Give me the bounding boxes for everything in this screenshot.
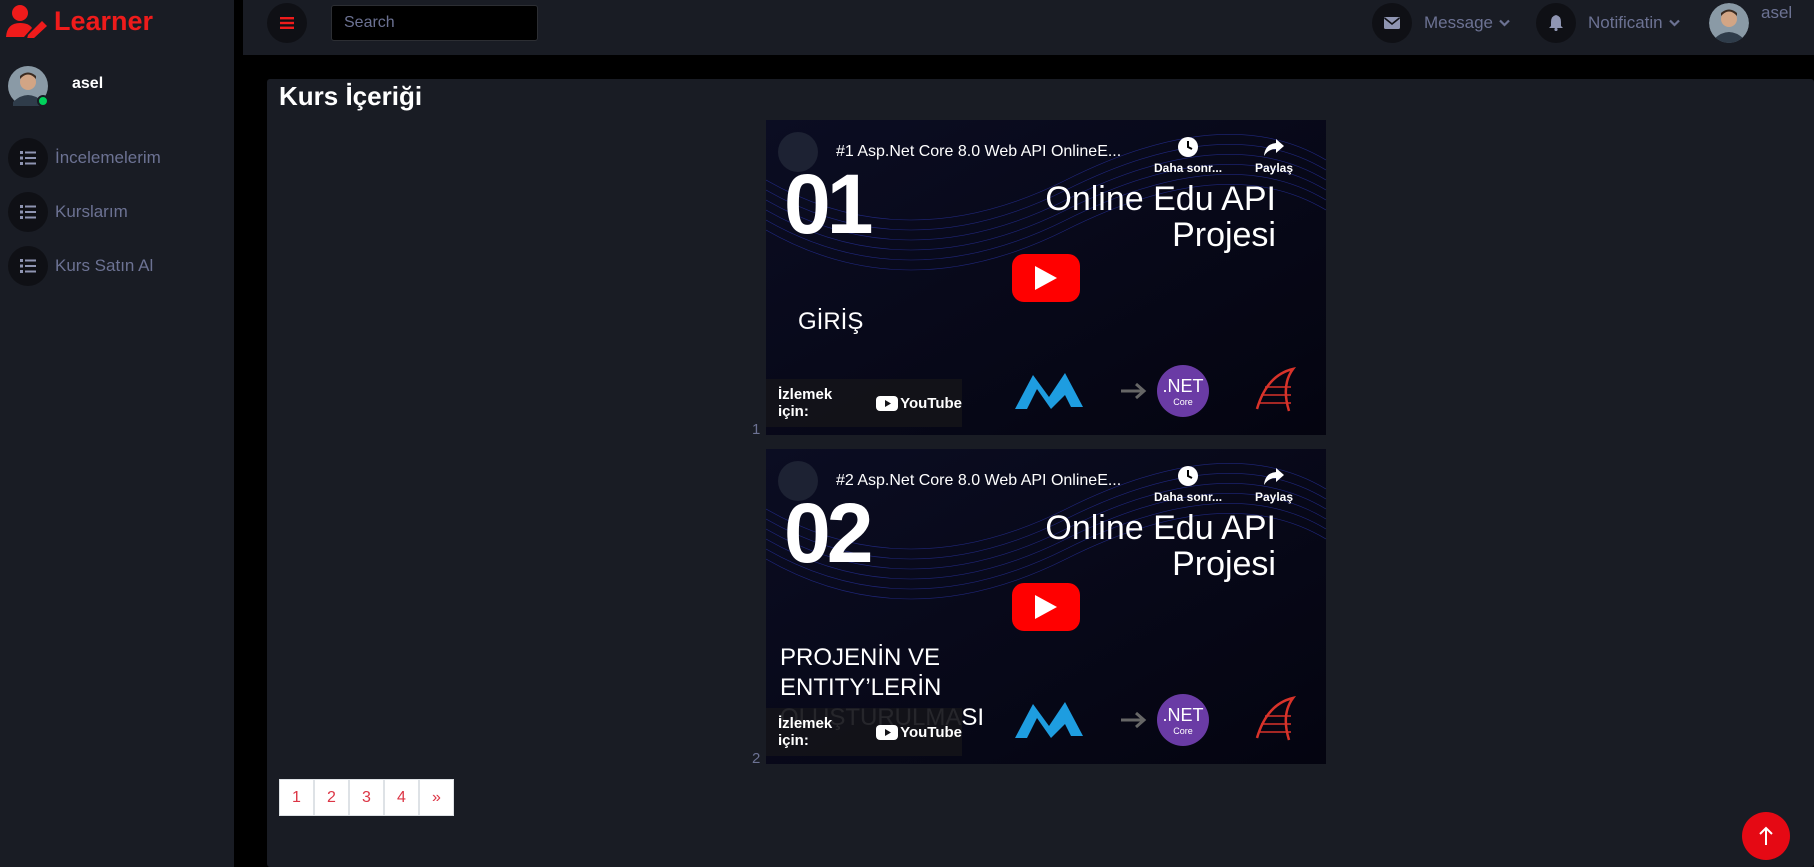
video-title[interactable]: #2 Asp.Net Core 8.0 Web API OnlineE...	[836, 472, 1121, 490]
video-embed-1[interactable]: #1 Asp.Net Core 8.0 Web API OnlineE... D…	[766, 120, 1326, 435]
thumbnail-heading-line-2: Online Edu API	[1045, 180, 1276, 218]
sidebar-item-label: Kurs Satın Al	[55, 256, 154, 275]
play-button[interactable]	[1012, 254, 1080, 302]
user-profile-dropdown[interactable]: asel	[1709, 3, 1792, 43]
pagination: 1 2 3 4 »	[279, 779, 454, 816]
page-link-next[interactable]: »	[419, 779, 454, 816]
chevron-down-icon	[1499, 19, 1510, 27]
aspnet-logo	[1015, 702, 1083, 738]
top-navbar: Message Notificatin asel	[243, 0, 1814, 55]
list-icon	[8, 192, 48, 232]
share-icon	[1264, 139, 1285, 156]
watch-later-label: Daha sonr...	[1154, 490, 1223, 504]
sidebar-item-label: Kurslarım	[55, 202, 128, 221]
thumbnail-heading-line-3: Projesi	[1172, 545, 1276, 583]
user-edit-icon	[6, 5, 47, 38]
page-link-1[interactable]: 1	[279, 779, 314, 816]
profile-name: asel	[72, 75, 104, 92]
chevron-down-icon	[1668, 19, 1680, 27]
video-index: 2	[752, 750, 761, 767]
sidebar-nav: İncelemelerim Kurslarım Kurs Satın Al	[8, 138, 161, 300]
page-link-3[interactable]: 3	[349, 779, 384, 816]
youtube-icon	[876, 395, 899, 411]
sidebar-profile[interactable]: asel	[8, 66, 104, 107]
tech-logos: .NET Core	[1011, 365, 1303, 417]
sidebar-item-incelemelerim[interactable]: İncelemelerim	[8, 138, 161, 178]
brand-name: Learner	[54, 5, 154, 36]
watch-on-label: İzlemek için:	[778, 386, 833, 420]
share-button[interactable]: Paylaş	[1255, 136, 1293, 175]
sql-server-logo	[1255, 696, 1297, 741]
video-embed-2[interactable]: #2 Asp.Net Core 8.0 Web API OnlineE... D…	[766, 449, 1326, 764]
share-label: Paylaş	[1255, 161, 1294, 175]
video-index: 1	[752, 421, 761, 438]
arrow-right-icon	[1121, 711, 1147, 729]
sidebar-item-kurs-satin-al[interactable]: Kurs Satın Al	[8, 246, 161, 286]
video-title[interactable]: #1 Asp.Net Core 8.0 Web API OnlineE...	[836, 143, 1121, 161]
message-label: Message	[1424, 13, 1493, 32]
watch-later-label: Daha sonr...	[1154, 161, 1223, 175]
arrow-up-icon	[1759, 826, 1773, 845]
youtube-wordmark: YouTube	[900, 723, 962, 741]
share-button[interactable]: Paylaş	[1255, 465, 1293, 504]
watch-on-label: İzlemek için:	[778, 715, 833, 749]
back-to-top-button[interactable]	[1742, 812, 1790, 860]
play-icon	[1035, 595, 1057, 619]
play-button[interactable]	[1012, 583, 1080, 631]
notification-dropdown[interactable]: Notificatin	[1536, 3, 1680, 43]
hamburger-icon	[280, 17, 294, 29]
message-dropdown[interactable]: Message	[1372, 3, 1510, 43]
dotnet-core-logo: .NET Core	[1157, 365, 1209, 417]
tech-logos: .NET Core	[1011, 694, 1303, 746]
dotnet-core-logo: .NET Core	[1157, 694, 1209, 746]
play-icon	[1035, 266, 1057, 290]
user-name: asel	[1761, 3, 1793, 22]
page-title: Kurs İçeriği	[279, 81, 423, 111]
brand-logo[interactable]: Learner	[6, 4, 153, 38]
sql-server-logo	[1255, 367, 1297, 412]
thumbnail-heading-line-3: Projesi	[1172, 216, 1276, 254]
share-label: Paylaş	[1255, 490, 1294, 504]
youtube-logo: YouTube	[876, 724, 962, 741]
avatar	[8, 66, 49, 107]
bell-icon	[1536, 3, 1576, 43]
arrow-right-icon	[1121, 382, 1147, 400]
episode-number: 02	[784, 486, 873, 580]
youtube-wordmark: YouTube	[900, 394, 962, 412]
watch-later-button[interactable]: Daha sonr...	[1154, 465, 1222, 504]
share-icon	[1264, 468, 1285, 485]
list-icon	[8, 246, 48, 286]
episode-caption: GİRİŞ	[798, 308, 864, 335]
search-input[interactable]	[331, 5, 538, 41]
online-status-dot	[37, 95, 49, 107]
watch-on-youtube-button[interactable]: İzlemek için: YouTube	[766, 379, 962, 427]
sidebar-item-label: İncelemelerim	[55, 148, 161, 167]
watch-later-button[interactable]: Daha sonr...	[1154, 136, 1222, 175]
envelope-icon	[1372, 3, 1412, 43]
course-content-card: Kurs İçeriği 1 #1 Asp.Net Core 8.0 Web A…	[267, 79, 1814, 867]
notification-label: Notificatin	[1588, 13, 1663, 32]
watch-on-youtube-button[interactable]: İzlemek için: YouTube	[766, 708, 962, 756]
clock-icon	[1178, 466, 1199, 486]
youtube-icon	[876, 724, 899, 740]
menu-toggle-button[interactable]	[267, 3, 307, 43]
sidebar: Learner asel İncelemelerim Kurslarım Kur…	[0, 0, 234, 867]
user-avatar	[1709, 3, 1749, 43]
page-link-2[interactable]: 2	[314, 779, 349, 816]
page-link-4[interactable]: 4	[384, 779, 419, 816]
episode-number: 01	[784, 157, 873, 251]
clock-icon	[1178, 137, 1199, 157]
thumbnail-heading-line-2: Online Edu API	[1045, 509, 1276, 547]
youtube-logo: YouTube	[876, 395, 962, 412]
sidebar-item-kurslarim[interactable]: Kurslarım	[8, 192, 161, 232]
list-icon	[8, 138, 48, 178]
aspnet-logo	[1015, 373, 1083, 409]
